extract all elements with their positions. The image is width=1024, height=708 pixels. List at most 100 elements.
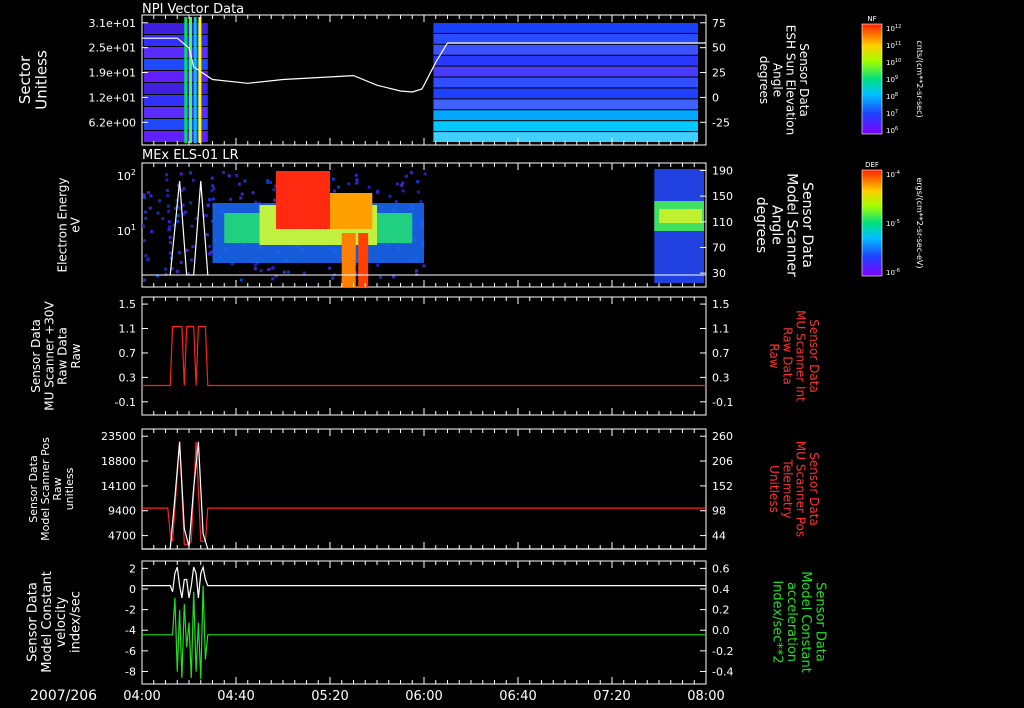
els-noise (271, 266, 275, 270)
npi-cell (433, 44, 698, 55)
npi-cell (433, 99, 698, 110)
npi-cell (144, 83, 208, 94)
els-noise (169, 241, 173, 245)
y-tick-label: 6.2e+00 (89, 116, 136, 129)
y2-tick-label: 260 (712, 430, 733, 443)
els-noise (191, 178, 195, 182)
y2-tick-label: 1.5 (712, 298, 730, 311)
y2-tick-label: 110 (712, 216, 733, 229)
npi-cell (433, 66, 698, 77)
els-noise (211, 184, 215, 188)
els-noise (190, 224, 194, 228)
els-noise (189, 201, 193, 205)
npi-cell (144, 71, 208, 82)
els-warm-region (330, 193, 373, 229)
els-noise (142, 196, 146, 200)
npi-cell (144, 23, 208, 34)
npi-cell (144, 119, 208, 130)
els-noise (182, 187, 186, 191)
els-noise (142, 224, 146, 228)
els-noise (273, 198, 277, 202)
npi-y-axis-title: SectorUnitless (16, 50, 51, 110)
y-tick-label: 1.2e+01 (89, 91, 136, 104)
els-noise (175, 269, 179, 273)
els-noise (266, 179, 270, 183)
npi-cell (144, 131, 208, 142)
els-noise (376, 263, 380, 267)
els-noise (401, 189, 405, 193)
els-noise (259, 269, 263, 273)
time-tick-label: 05:20 (311, 689, 348, 704)
acceleration-y2-title: Sensor DataModel ConstantaccelerationInd… (770, 571, 828, 673)
els-noise (422, 264, 426, 268)
els-noise (208, 198, 212, 202)
time-tick-label: 08:00 (687, 689, 724, 704)
els-noise (243, 179, 247, 183)
npi-cell (433, 33, 698, 44)
els-noise (165, 188, 169, 192)
y2-tick-label: 70 (712, 241, 726, 254)
y2-tick-label: 190 (712, 164, 733, 177)
els-noise (416, 180, 420, 184)
els-noise (176, 219, 180, 223)
els-noise (376, 190, 380, 194)
els-noise (147, 191, 151, 195)
y-tick-label: -8 (125, 665, 136, 678)
def-colorbar-units: ergs/(cm**2-sr-sec-eV) (915, 177, 924, 268)
els-noise (336, 185, 340, 189)
mex-summary-plot: NPI Vector Data MEx ELS-01 LR 3.1e+012.5… (0, 0, 1024, 708)
els-noise (328, 266, 332, 270)
y-tick-label: 9400 (108, 505, 136, 518)
els-noise (272, 188, 276, 192)
els-noise (176, 213, 180, 217)
y2-tick-label: -25 (712, 116, 730, 129)
y-tick-label: 2 (129, 562, 136, 575)
nf-colorbar-units: cnts/(cm**2-sr-sec) (915, 40, 924, 117)
els-noise (404, 174, 408, 178)
y2-tick-label: 206 (712, 455, 733, 468)
y2-tick-label: -0.2 (712, 645, 733, 658)
els-noise (331, 276, 335, 280)
y-tick-label: 1.1 (119, 323, 137, 336)
npi-cell (433, 77, 698, 88)
els-noise (179, 172, 183, 176)
time-tick-label: 06:40 (499, 689, 536, 704)
els-noise (167, 228, 171, 232)
y2-tick-label: 0.7 (712, 347, 730, 360)
y2-tick-label: 0.3 (712, 371, 730, 384)
def-colorbar-label: DEF (865, 161, 879, 169)
els-noise (191, 245, 195, 249)
els-noise (166, 194, 170, 198)
npi-streak (184, 17, 188, 143)
y2-tick-label: -0.1 (712, 396, 733, 409)
npi-streak (193, 17, 197, 143)
els-noise (166, 204, 170, 208)
npi-cell (144, 107, 208, 118)
y2-tick-label: 30 (712, 267, 726, 280)
els-noise (251, 191, 255, 195)
els-noise (150, 230, 154, 234)
els-hot-region (275, 171, 330, 229)
els-noise (144, 216, 148, 220)
els-noise (144, 254, 148, 258)
y2-tick-label: 0.2 (712, 604, 730, 617)
els-noise (156, 211, 160, 215)
els-noise (240, 192, 244, 196)
els-noise (400, 183, 404, 187)
els-noise (148, 206, 152, 210)
els-noise (355, 178, 359, 182)
els-noise (227, 174, 231, 178)
y2-tick-label: -0.4 (712, 665, 733, 678)
els-noise (267, 268, 271, 272)
y2-tick-label: 150 (712, 190, 733, 203)
els-noise (208, 244, 212, 248)
y-tick-label: 1.9e+01 (89, 67, 136, 80)
npi-cell (433, 132, 698, 142)
y2-tick-label: 0 (712, 91, 719, 104)
y2-tick-label: 152 (712, 480, 733, 493)
els-noise (168, 235, 172, 239)
y2-tick-label: 98 (712, 505, 726, 518)
els-noise (185, 248, 189, 252)
y2-tick-label: 50 (712, 42, 726, 55)
els-noise (415, 269, 419, 273)
